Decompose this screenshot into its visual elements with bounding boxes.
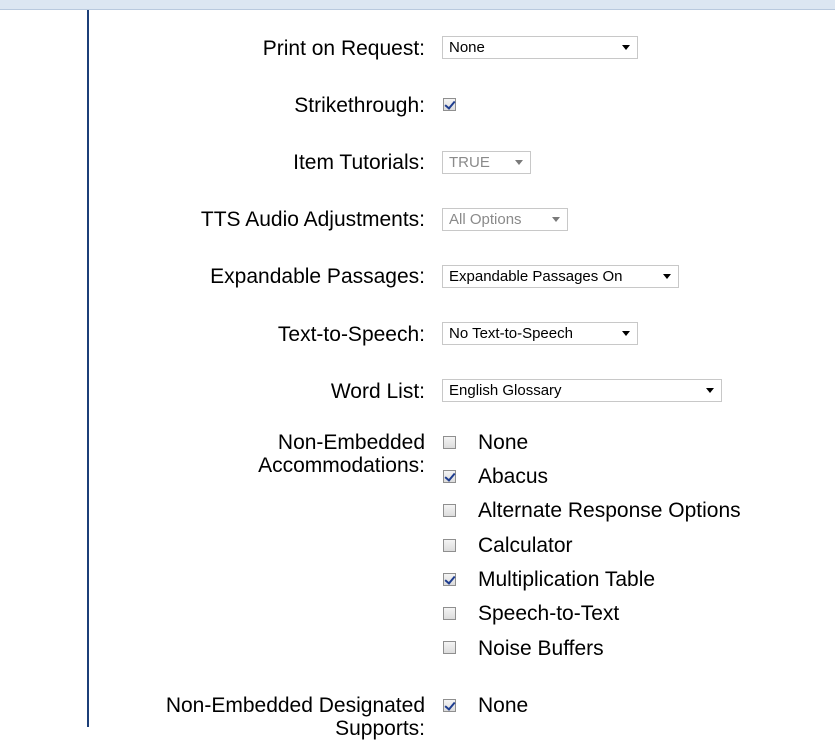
tts-audio-adjustments-label: TTS Audio Adjustments: (200, 208, 425, 231)
accommodation-speech-to-text-checkbox[interactable] (443, 607, 456, 620)
window-header-bar (0, 0, 835, 10)
text-to-speech-value: No Text-to-Speech (449, 325, 573, 342)
print-on-request-value: None (449, 39, 485, 56)
text-to-speech-select[interactable]: No Text-to-Speech (442, 322, 638, 345)
strikethrough-label: Strikethrough: (294, 94, 425, 117)
non-embedded-accommodations-label: Non-Embedded Accommodations: (258, 431, 425, 477)
accommodation-abacus-checkbox[interactable] (443, 470, 456, 483)
chevron-down-icon (552, 217, 560, 222)
word-list-value: English Glossary (449, 382, 562, 399)
accommodation-multiplication-table-label: Multiplication Table (478, 568, 656, 591)
non-embedded-designated-supports-label: Non-Embedded Designated Supports: (166, 694, 425, 740)
accommodation-calculator-checkbox[interactable] (443, 539, 456, 552)
designated-support-none-label: None (478, 694, 529, 717)
accommodation-none-checkbox[interactable] (443, 436, 456, 449)
item-tutorials-label: Item Tutorials: (293, 151, 425, 174)
print-on-request-label: Print on Request: (262, 37, 425, 60)
expandable-passages-label: Expandable Passages: (210, 265, 425, 288)
expandable-passages-select[interactable]: Expandable Passages On (442, 265, 679, 288)
item-tutorials-value: TRUE (449, 154, 490, 171)
word-list-select[interactable]: English Glossary (442, 379, 722, 402)
chevron-down-icon (706, 388, 714, 393)
item-tutorials-select: TRUE (442, 151, 531, 174)
chevron-down-icon (622, 331, 630, 336)
chevron-down-icon (663, 274, 671, 279)
non-embedded-accommodations-label-line2: Accommodations: (258, 454, 425, 477)
non-embedded-designated-supports-label-line1: Non-Embedded Designated (165, 694, 425, 717)
non-embedded-designated-supports-label-line2: Supports: (335, 717, 425, 740)
accommodation-noise-buffers-checkbox[interactable] (443, 641, 456, 654)
word-list-label: Word List: (330, 380, 425, 403)
accommodation-multiplication-table-checkbox[interactable] (443, 573, 456, 586)
tts-audio-adjustments-select: All Options (442, 208, 568, 231)
non-embedded-accommodations-label-line1: Non-Embedded (277, 431, 425, 454)
tts-audio-adjustments-value: All Options (449, 211, 522, 228)
accommodation-speech-to-text-label: Speech-to-Text (478, 602, 620, 625)
expandable-passages-value: Expandable Passages On (449, 268, 623, 285)
left-panel (0, 10, 87, 727)
strikethrough-checkbox[interactable] (443, 98, 456, 111)
accommodation-abacus-label: Abacus (478, 465, 549, 488)
accommodation-calculator-label: Calculator (478, 534, 573, 557)
text-to-speech-label: Text-to-Speech: (277, 323, 425, 346)
chevron-down-icon (622, 45, 630, 50)
chevron-down-icon (515, 160, 523, 165)
accommodation-none-label: None (478, 431, 529, 454)
accommodation-alternate-response-options-label: Alternate Response Options (478, 499, 741, 522)
accommodation-alternate-response-options-checkbox[interactable] (443, 504, 456, 517)
accommodation-noise-buffers-label: Noise Buffers (478, 637, 604, 660)
print-on-request-select[interactable]: None (442, 36, 638, 59)
panel-divider (87, 10, 89, 727)
designated-support-none-checkbox[interactable] (443, 699, 456, 712)
